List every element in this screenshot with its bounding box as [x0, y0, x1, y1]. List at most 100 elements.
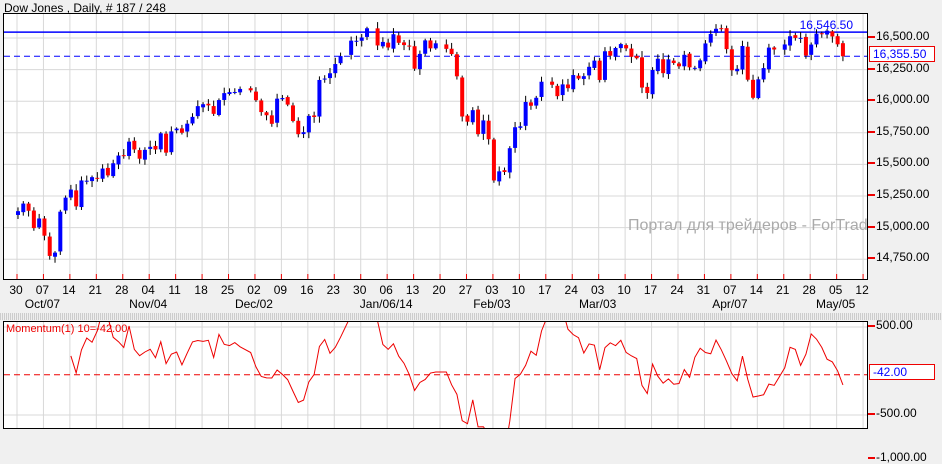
- momentum-line: [70, 322, 844, 428]
- candle-body: [365, 28, 370, 37]
- candle-body: [491, 139, 496, 181]
- x-tick-label: 03: [590, 283, 605, 297]
- candle-body: [333, 64, 338, 74]
- candle-body: [53, 252, 58, 257]
- candle-body: [164, 133, 169, 153]
- candle-body: [285, 97, 290, 105]
- candle-body: [497, 171, 502, 182]
- candle-body: [555, 85, 560, 97]
- candle-body: [714, 28, 719, 33]
- candle-body: [259, 100, 264, 113]
- x-tick-label: 21: [88, 283, 102, 297]
- candle-body: [386, 42, 391, 48]
- candle-body: [782, 44, 787, 50]
- x-tick-label: 13: [405, 283, 420, 297]
- x-tick-label: 07: [35, 283, 50, 297]
- candle-body: [275, 98, 280, 123]
- candle-body: [613, 47, 618, 57]
- x-tick-label: 14: [749, 283, 763, 297]
- candle-body: [502, 170, 507, 172]
- candle-body: [581, 76, 586, 79]
- momentum-y-label: 500.00: [868, 318, 913, 332]
- resistance-label: 16,546.50: [799, 18, 853, 32]
- candle-body: [423, 40, 428, 54]
- candle-body: [190, 116, 195, 124]
- candle-body: [269, 115, 274, 124]
- x-tick-label: 18: [194, 283, 208, 297]
- x-tick-label: 05: [828, 283, 843, 297]
- candle-body: [476, 109, 481, 135]
- candle-body: [148, 146, 153, 149]
- candle-body: [227, 92, 232, 95]
- candle-body: [587, 66, 592, 76]
- candle-body: [756, 79, 761, 99]
- candle-body: [745, 46, 750, 80]
- candle-body: [428, 40, 433, 49]
- candle-body: [132, 140, 137, 150]
- x-tick-label: 06: [379, 283, 393, 297]
- candle-body: [111, 163, 116, 177]
- candle-body: [602, 51, 607, 80]
- momentum-y-label: -500.00: [868, 406, 917, 420]
- candle-body: [121, 155, 126, 157]
- x-tick-label: 28: [115, 283, 129, 297]
- x-tick-label: 02: [247, 283, 261, 297]
- candle-body: [788, 36, 793, 46]
- candle-body: [380, 41, 385, 47]
- candle-body: [238, 88, 243, 93]
- month-label: May/05: [815, 297, 856, 311]
- candle-body: [153, 145, 158, 150]
- x-tick-label: 16: [300, 283, 314, 297]
- candle-body: [465, 115, 470, 122]
- x-tick-label: 17: [538, 283, 552, 297]
- candle-body: [433, 43, 438, 49]
- y-tick-label: 15,250.00: [867, 187, 930, 201]
- candle-body: [328, 73, 332, 79]
- momentum-panel[interactable]: Momentum(1) 10=-42.00: [3, 321, 868, 429]
- candle-body: [100, 168, 105, 179]
- candle-body: [803, 36, 808, 56]
- candle-body: [68, 189, 73, 198]
- momentum-chart: [4, 322, 867, 428]
- panel-splitter[interactable]: [0, 313, 942, 320]
- price-panel[interactable]: Портал для трейдеров - ForTrader 16,546.…: [3, 13, 868, 280]
- candle-body: [608, 51, 613, 56]
- candle-body: [793, 35, 798, 38]
- y-tick-label: 16,000.00: [867, 92, 930, 107]
- candle-body: [666, 59, 671, 75]
- month-label: Feb/03: [473, 297, 511, 311]
- candle-body: [84, 180, 89, 182]
- x-tick-label: 31: [696, 283, 711, 297]
- momentum-y-label: -1,000.00: [868, 450, 927, 464]
- candle-body: [116, 155, 121, 165]
- candle-body: [703, 43, 708, 62]
- watermark: Портал для трейдеров - ForTrader: [628, 217, 868, 234]
- candle-body: [16, 211, 20, 215]
- candle-body: [264, 112, 269, 116]
- candle-body: [105, 167, 110, 176]
- candle-body: [840, 43, 845, 57]
- candle-body: [169, 131, 174, 153]
- momentum-value-box: -42.00: [869, 364, 935, 380]
- y-tick-label: 15,750.00: [867, 123, 930, 138]
- x-tick-label: 30: [353, 283, 367, 297]
- x-tick-label: 07: [723, 283, 737, 297]
- candle-body: [597, 60, 602, 80]
- candle-body: [523, 101, 528, 126]
- month-label: Apr/07: [712, 297, 748, 311]
- candle-body: [158, 133, 163, 150]
- candle-body: [142, 149, 147, 160]
- candle-body: [539, 81, 544, 97]
- candle-body: [735, 68, 740, 72]
- candle-body: [290, 105, 295, 122]
- candle-body: [127, 141, 132, 156]
- candle-body: [354, 40, 359, 42]
- month-label: Mar/03: [578, 297, 617, 311]
- x-tick-label: 27: [458, 283, 473, 297]
- x-tick-label: 25: [220, 283, 235, 297]
- candle-body: [338, 56, 343, 64]
- candle-body: [63, 197, 68, 211]
- candle-body: [79, 180, 84, 208]
- candle-body: [819, 33, 824, 35]
- y-tick-label: 16,500.00: [867, 29, 930, 43]
